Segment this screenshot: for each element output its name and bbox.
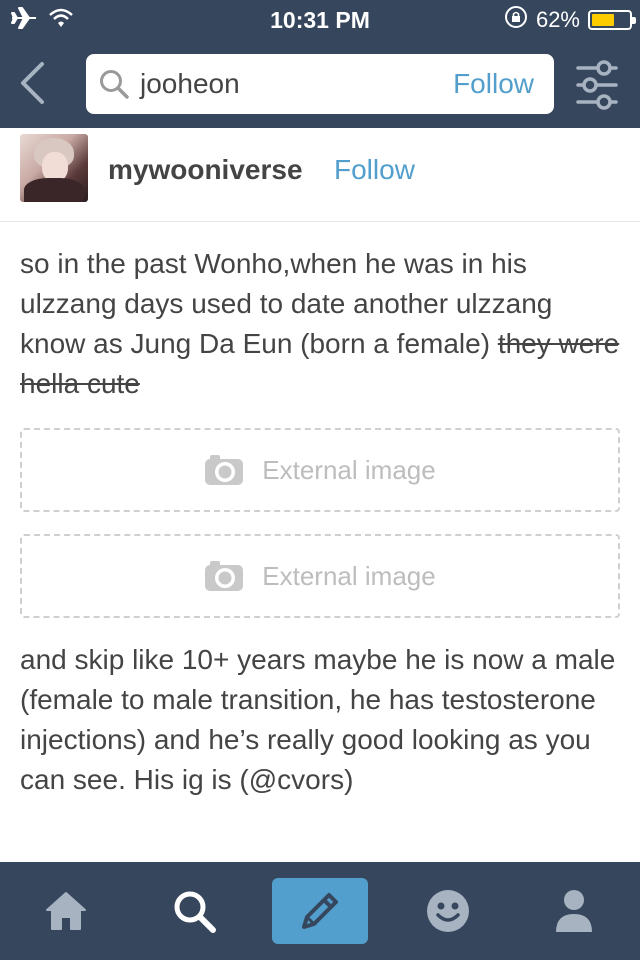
tab-activity[interactable] (400, 878, 496, 944)
tab-bar (0, 862, 640, 960)
avatar-coat (24, 178, 84, 202)
home-icon (46, 892, 86, 930)
status-right: 62% (504, 5, 636, 36)
external-image-placeholder[interactable]: External image (20, 428, 620, 512)
rotation-lock-icon (504, 5, 528, 36)
post-text-1: so in the past Wonho,when he was in his … (20, 244, 620, 404)
tab-search[interactable] (146, 878, 242, 944)
battery-percent: 62% (535, 7, 580, 32)
battery-level (592, 14, 615, 26)
back-button[interactable] (12, 58, 52, 108)
blog-name[interactable]: mywooniverse (108, 150, 303, 190)
external-image-placeholder[interactable]: External image (20, 534, 620, 618)
tab-home[interactable] (18, 878, 114, 944)
search-icon (174, 891, 216, 933)
follow-blog-button[interactable]: Follow (334, 150, 415, 190)
status-bar: 10:31 PM 62% (0, 0, 640, 40)
post-text-2: and skip like 10+ years maybe he is now … (20, 640, 620, 800)
top-bar: 10:31 PM 62% jooheon Follow (0, 0, 640, 128)
back-chevron-icon (21, 62, 44, 104)
pencil-icon (302, 893, 338, 929)
external-image-label: External image (262, 560, 436, 591)
avatar[interactable] (20, 134, 88, 202)
post-text-1-content: so in the past Wonho,when he was in his … (20, 248, 553, 359)
search-query[interactable]: jooheon (140, 54, 240, 114)
search-header: jooheon Follow (0, 40, 640, 128)
battery-tip (632, 17, 636, 24)
search-icon (100, 70, 129, 99)
post-text-2-content: and skip like 10+ years maybe he is now … (20, 644, 616, 795)
battery-icon (588, 10, 636, 30)
tab-account[interactable] (526, 878, 622, 944)
camera-icon (205, 561, 244, 591)
tab-compose[interactable] (272, 878, 368, 944)
post-header: mywooniverse Follow (0, 128, 640, 222)
filter-sliders-icon (576, 60, 618, 110)
camera-icon (205, 455, 244, 485)
filter-button[interactable] (574, 58, 620, 112)
follow-tag-button[interactable]: Follow (453, 54, 534, 114)
person-icon (556, 890, 592, 932)
external-image-label: External image (262, 454, 436, 485)
search-field[interactable]: jooheon Follow (86, 54, 554, 114)
smiley-icon (427, 890, 469, 932)
